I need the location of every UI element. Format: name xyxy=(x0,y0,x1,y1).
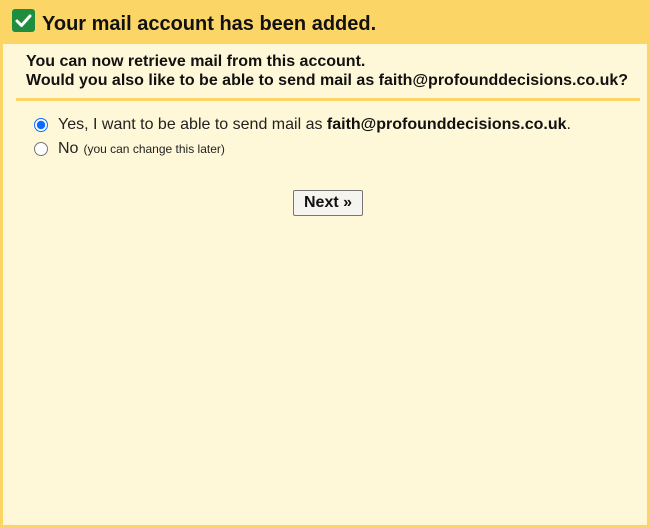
checkbox-checked-icon xyxy=(12,9,35,32)
title-bar: Your mail account has been added. xyxy=(3,0,650,44)
radio-no[interactable] xyxy=(34,142,48,156)
divider xyxy=(16,98,640,101)
intro-line-2: Would you also like to be able to send m… xyxy=(26,72,629,89)
next-button[interactable]: Next » xyxy=(293,190,363,216)
dialog-title: Your mail account has been added. xyxy=(42,13,377,35)
option-no-note: (you can change this later) xyxy=(83,142,225,156)
radio-yes[interactable] xyxy=(34,118,48,132)
option-yes-email: faith@profounddecisions.co.uk xyxy=(326,116,567,133)
option-yes-suffix: . xyxy=(566,116,571,133)
option-yes[interactable]: Yes, I want to be able to send mail as f… xyxy=(34,115,571,135)
option-no[interactable]: No (you can change this later) xyxy=(34,139,225,159)
intro-line-1: You can now retrieve mail from this acco… xyxy=(26,53,366,70)
option-no-label: No xyxy=(58,140,79,157)
add-mail-account-dialog: Your mail account has been added. You ca… xyxy=(0,0,650,528)
intro-text: You can now retrieve mail from this acco… xyxy=(26,52,628,90)
option-yes-label: Yes, I want to be able to send mail as f… xyxy=(58,116,571,134)
option-yes-prefix: Yes, I want to be able to send mail as xyxy=(58,116,327,133)
